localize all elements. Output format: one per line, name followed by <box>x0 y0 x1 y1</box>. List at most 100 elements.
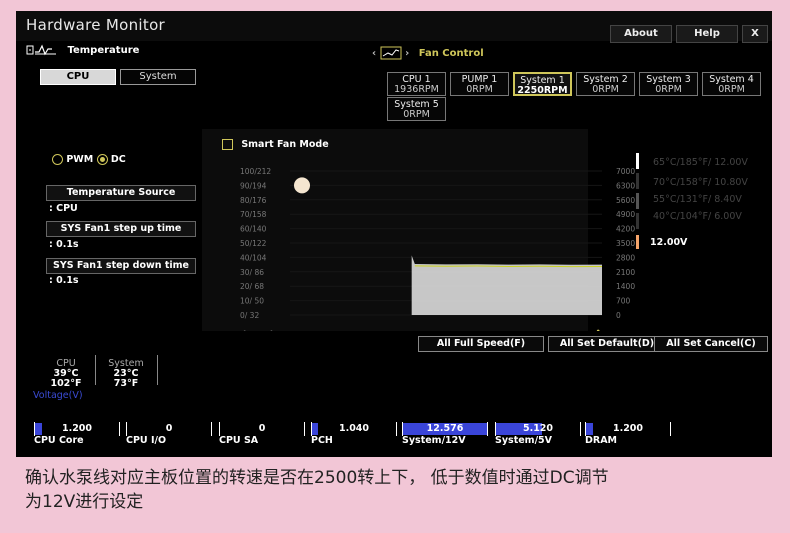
fan-curve-chart[interactable]: 100/212 700090/194 630080/176 560070/158 490… <box>216 151 636 331</box>
close-button[interactable]: X <box>742 25 768 43</box>
pwm-radio[interactable] <box>52 154 63 165</box>
right-tick-label: 0 <box>616 311 621 320</box>
fan-control-header: ‹ › Fan Control <box>372 46 484 60</box>
fan-mode-selector: PWM DC <box>52 154 126 165</box>
caption-line-2: 为12V进行设定 <box>25 492 144 512</box>
temperature-label: Temperature <box>67 45 140 56</box>
fan-rpm: 0RPM <box>592 84 619 95</box>
system-temp-f: 73°F <box>113 378 139 389</box>
right-tick-label: 7000 <box>616 167 635 176</box>
voltage-name: CPU I/O <box>126 435 167 446</box>
right-tick-label: 700 <box>616 297 631 306</box>
voltage-level-2[interactable]: 70°C/158°F/ 10.80V <box>653 177 748 188</box>
left-unit-label: 🌡(°C) 🌡(°F) <box>240 330 290 331</box>
right-unit-label: (RPM) <box>612 330 634 331</box>
voltage-value: 1.200 <box>612 423 644 434</box>
fan-rpm: 0RPM <box>718 84 745 95</box>
temperature-header: Temperature <box>26 44 139 56</box>
left-tick-label: 90/194 <box>240 181 267 190</box>
about-button[interactable]: About <box>610 25 672 43</box>
voltage-value: 1.200 <box>61 423 93 434</box>
chevron-left-icon[interactable]: ‹ <box>372 48 376 59</box>
right-tick-label: 5600 <box>616 196 635 205</box>
pwm-label: PWM <box>66 154 94 165</box>
voltage-value: 12.576 <box>426 423 464 434</box>
fan-tab-system4[interactable]: System 4 0RPM <box>702 72 761 96</box>
left-tick-label: 100/212 <box>240 167 271 176</box>
left-tick-label: 80/176 <box>240 196 267 205</box>
step-up-time-button[interactable]: SYS Fan1 step up time <box>46 221 196 237</box>
cpu-temp-readout: CPU 39°C 102°F <box>46 359 86 389</box>
curve-point-marker[interactable] <box>294 177 310 194</box>
voltage-level-bar-1 <box>636 153 639 169</box>
all-set-cancel-button[interactable]: All Set Cancel(C) <box>654 336 768 352</box>
voltage-level-3[interactable]: 55°C/131°F/ 8.40V <box>653 194 742 205</box>
voltage-level-4[interactable]: 40°C/104°F/ 6.00V <box>653 211 742 222</box>
tab-system[interactable]: System <box>120 69 196 85</box>
left-tick-label: 10/ 50 <box>240 297 264 306</box>
voltage-bar: 5.120 <box>495 422 581 436</box>
temperature-source-button[interactable]: Temperature Source <box>46 185 196 201</box>
voltage-value: 0 <box>165 423 173 434</box>
fan-control-label: Fan Control <box>418 48 484 59</box>
left-tick-label: 70/158 <box>240 210 267 219</box>
left-tick-label: 20/ 68 <box>240 282 264 291</box>
right-tick-label: 4900 <box>616 210 635 219</box>
readout-divider-2 <box>157 355 158 385</box>
voltage-level-1[interactable]: 65°C/185°F/ 12.00V <box>653 157 748 168</box>
fan-graph-icon <box>380 46 402 60</box>
voltage-bar: 0 <box>219 422 305 436</box>
fan-tab-system2[interactable]: System 2 0RPM <box>576 72 635 96</box>
current-voltage-marker <box>636 235 639 249</box>
step-down-time-button[interactable]: SYS Fan1 step down time <box>46 258 196 274</box>
fan-rpm: 2250RPM <box>517 85 568 96</box>
fan-tab-system5[interactable]: System 5 0RPM <box>387 97 446 121</box>
fan-tab-system1[interactable]: System 1 2250RPM <box>513 72 572 96</box>
dc-radio[interactable] <box>96 154 108 165</box>
voltage-bar: 1.040 <box>311 422 397 436</box>
rpm-area <box>411 255 602 315</box>
app-title: Hardware Monitor <box>26 16 166 34</box>
smart-fan-mode-label: Smart Fan Mode <box>241 139 329 150</box>
chevron-right-icon[interactable]: › <box>405 48 409 59</box>
fan-tab-pump1[interactable]: PUMP 1 0RPM <box>450 72 509 96</box>
current-voltage: 12.00V <box>650 237 688 248</box>
left-tick-label: 40/104 <box>240 253 267 262</box>
left-tick-label: 50/122 <box>240 239 267 248</box>
fan-tab-cpu1[interactable]: CPU 1 1936RPM <box>387 72 446 96</box>
bios-screen: Hardware Monitor About Help X Temperatur… <box>16 11 772 457</box>
right-tick-label: 6300 <box>616 181 635 190</box>
left-tick-label: 60/140 <box>240 225 267 234</box>
smart-fan-mode-checkbox[interactable] <box>222 139 233 150</box>
left-tick-label: 30/ 86 <box>240 268 264 277</box>
fan-rpm: 0RPM <box>403 109 430 120</box>
step-up-time-value: : 0.1s <box>49 239 79 250</box>
all-set-default-button[interactable]: All Set Default(D) <box>548 336 666 352</box>
fan-tab-system3[interactable]: System 3 0RPM <box>639 72 698 96</box>
all-full-speed-button[interactable]: All Full Speed(F) <box>418 336 544 352</box>
voltage-bar: 1.200 <box>34 422 120 436</box>
dc-label: DC <box>110 154 126 165</box>
title-bar: Hardware Monitor About Help X <box>16 11 772 43</box>
tab-cpu[interactable]: CPU <box>40 69 116 85</box>
fan-rpm: 0RPM <box>655 84 682 95</box>
left-tick-label: 0/ 32 <box>240 311 259 320</box>
temperature-graph-icon <box>26 44 56 56</box>
voltage-level-bar-3 <box>636 193 639 209</box>
right-tick-label: 3500 <box>616 239 635 248</box>
help-button[interactable]: Help <box>676 25 738 43</box>
caption: 确认水泵线对应主板位置的转速是否在2500转上下， 低于数值时通过DC调节 为1… <box>25 466 775 514</box>
caption-line-1: 确认水泵线对应主板位置的转速是否在2500转上下， 低于数值时通过DC调节 <box>25 468 609 488</box>
voltage-name: System/12V <box>402 435 466 446</box>
voltage-value: 0 <box>258 423 266 434</box>
fan-icon: ✤ <box>594 329 602 331</box>
voltage-level-bar-4 <box>636 213 639 229</box>
voltage-name: DRAM <box>585 435 618 446</box>
smart-fan-mode-row: Smart Fan Mode <box>222 139 329 150</box>
voltage-name: CPU SA <box>219 435 259 446</box>
system-temp-readout: System 23°C 73°F <box>102 359 150 389</box>
step-down-time-value: : 0.1s <box>49 275 79 286</box>
readout-divider <box>95 355 96 385</box>
right-tick-label: 1400 <box>616 282 635 291</box>
voltage-bar: 1.200 <box>585 422 671 436</box>
